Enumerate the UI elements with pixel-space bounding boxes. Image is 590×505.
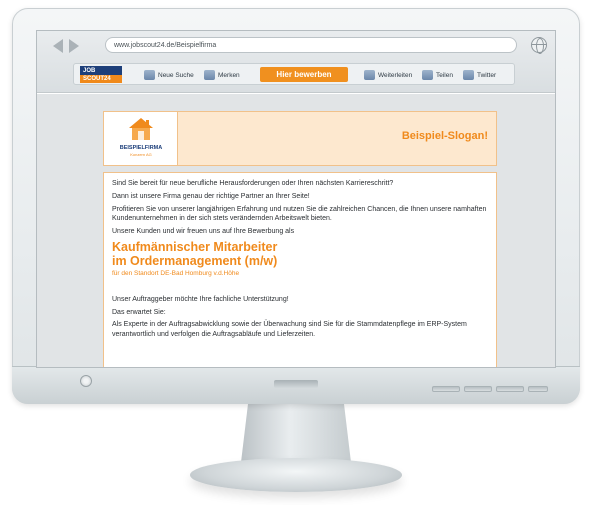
monitor-screen: www.jobscout24.de/Beispielfirma JOB SCOU… bbox=[36, 30, 556, 368]
bookmark-label: Merken bbox=[218, 71, 240, 79]
bookmark-button[interactable]: Merken bbox=[204, 68, 240, 82]
new-search-button[interactable]: Neue Suche bbox=[144, 68, 194, 82]
job-ad-body: Sind Sie bereit für neue berufliche Hera… bbox=[103, 172, 497, 367]
monitor-control-button[interactable] bbox=[528, 386, 548, 392]
job-title-line: Kaufmännischer Mitarbeiter bbox=[112, 239, 278, 254]
company-logo-subtitle: Konzern AG bbox=[130, 152, 152, 157]
intro-paragraph: Profitieren Sie von unserer langjährigen… bbox=[112, 205, 487, 222]
share-button[interactable]: Teilen bbox=[422, 68, 453, 82]
monitor-control-button[interactable] bbox=[432, 386, 460, 392]
mail-forward-icon bbox=[364, 70, 375, 80]
expectations-heading: Das erwartet Sie: bbox=[112, 308, 166, 316]
monitor-logo-plate bbox=[274, 380, 318, 388]
brand-line1: JOB bbox=[83, 68, 96, 74]
intro-paragraph: Sind Sie bereit für neue berufliche Hera… bbox=[112, 180, 394, 187]
browser-chrome: www.jobscout24.de/Beispielfirma JOB SCOU… bbox=[37, 31, 555, 93]
brand-line2: SCOUT24 bbox=[80, 75, 122, 83]
support-text: Unser Auftraggeber möchte Ihre fachliche… bbox=[112, 295, 289, 303]
intro-paragraph: Dann ist unsere Firma genau der richtige… bbox=[112, 192, 310, 200]
company-header: BEISPIELFIRMA Konzern AG Beispiel-Slogan… bbox=[103, 111, 497, 166]
job-title-line: im Ordermanagement (m/w) bbox=[112, 253, 278, 268]
jobscout24-logo[interactable]: JOB SCOUT24 bbox=[80, 66, 122, 83]
company-slogan: Beispiel-Slogan! bbox=[401, 130, 488, 142]
job-location: für den Standort DE-Bad Homburg v.d.Höhe bbox=[112, 269, 240, 277]
company-logo-name: BEISPIELFIRMA bbox=[119, 145, 163, 151]
job-title: Kaufmännischer Mitarbeiter im Ordermanag… bbox=[112, 240, 488, 268]
share-icon bbox=[422, 70, 433, 80]
twitter-button[interactable]: Twitter bbox=[463, 68, 496, 82]
monitor-control-button[interactable] bbox=[464, 386, 492, 392]
forward-link-button[interactable]: Weiterleiten bbox=[364, 68, 412, 82]
monitor-stand-neck bbox=[240, 404, 352, 464]
company-logo: BEISPIELFIRMA Konzern AG bbox=[104, 112, 178, 165]
new-search-label: Neue Suche bbox=[158, 71, 194, 79]
share-label: Teilen bbox=[436, 71, 453, 79]
bookmark-icon bbox=[204, 70, 215, 80]
power-button-icon[interactable] bbox=[80, 375, 92, 387]
twitter-label: Twitter bbox=[477, 71, 497, 79]
forward-arrow-icon[interactable] bbox=[69, 39, 79, 53]
site-toolbar: JOB SCOUT24 Neue Suche Merken Hier bewer… bbox=[73, 63, 515, 85]
intro-paragraph: Unsere Kunden und wir freuen uns auf Ihr… bbox=[112, 227, 295, 235]
monitor-control-button[interactable] bbox=[496, 386, 524, 392]
address-bar[interactable]: www.jobscout24.de/Beispielfirma bbox=[105, 37, 517, 53]
monitor-scene: www.jobscout24.de/Beispielfirma JOB SCOU… bbox=[0, 0, 590, 505]
job-ad-page: BEISPIELFIRMA Konzern AG Beispiel-Slogan… bbox=[37, 94, 555, 367]
search-icon bbox=[144, 70, 155, 80]
forward-label: Weiterleiten bbox=[378, 71, 413, 79]
duties-text: Als Experte in der Auftragsabwicklung so… bbox=[112, 321, 467, 338]
monitor-stand-base bbox=[190, 458, 402, 492]
twitter-icon bbox=[463, 70, 474, 80]
globe-icon[interactable] bbox=[531, 37, 547, 54]
apply-button[interactable]: Hier bewerben bbox=[260, 67, 348, 82]
house-icon bbox=[129, 118, 153, 140]
back-arrow-icon[interactable] bbox=[53, 39, 63, 53]
